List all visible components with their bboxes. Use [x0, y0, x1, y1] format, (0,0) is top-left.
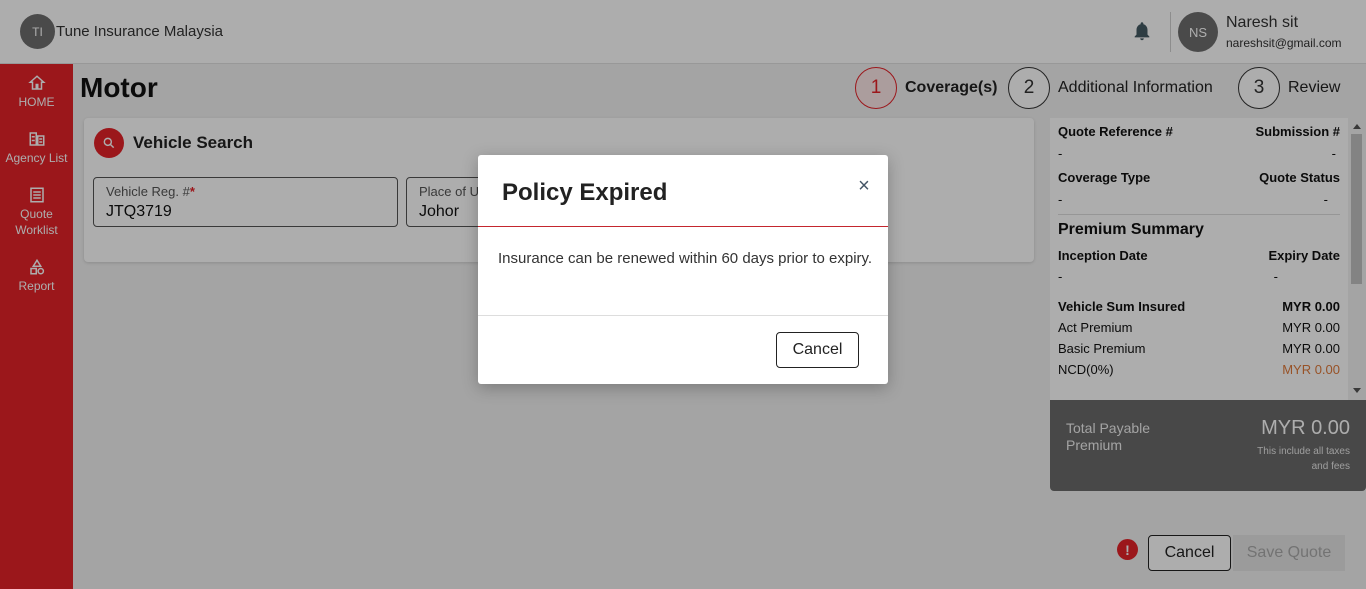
close-icon[interactable]: ×	[854, 176, 874, 196]
dialog-cancel-button[interactable]: Cancel	[776, 332, 859, 368]
policy-expired-dialog: Policy Expired × Insurance can be renewe…	[478, 155, 888, 384]
dialog-title: Policy Expired	[502, 179, 668, 206]
dialog-footer-divider	[478, 315, 888, 316]
dialog-message: Insurance can be renewed within 60 days …	[498, 250, 873, 267]
dialog-title-divider	[478, 226, 888, 227]
